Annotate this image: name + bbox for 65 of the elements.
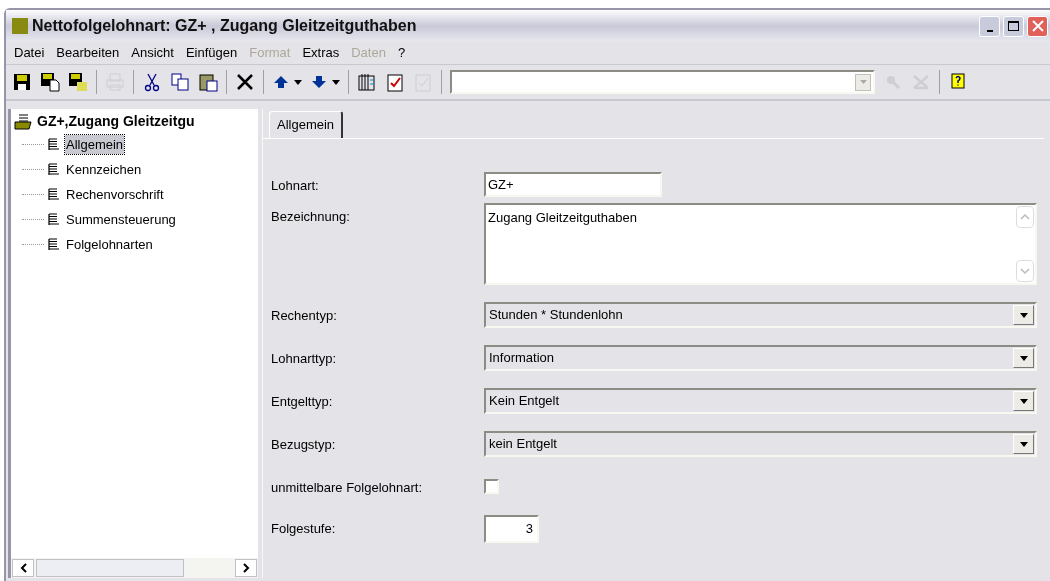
menu-item[interactable]: Extras xyxy=(296,43,346,63)
field-label: Entgelttyp: xyxy=(271,393,334,411)
text-field[interactable]: GZ+ xyxy=(484,172,662,197)
clipboard-check-icon[interactable] xyxy=(385,72,405,92)
horizontal-scrollbar[interactable] xyxy=(11,558,258,578)
tree-item[interactable]: Summensteuerung xyxy=(65,209,177,230)
field-label: Bezeichnung: xyxy=(271,208,351,226)
dropdown[interactable]: kein Entgelt xyxy=(484,431,1037,457)
dropdown[interactable]: Kein Entgelt xyxy=(484,388,1037,414)
dropdown[interactable]: Stunden * Stundenlohn xyxy=(484,302,1037,328)
copy-icon[interactable] xyxy=(170,72,190,92)
down-chevron-icon xyxy=(1020,266,1030,276)
menu-item[interactable]: Ansicht xyxy=(125,43,180,63)
dropdown[interactable]: Information xyxy=(484,345,1037,371)
tree-item[interactable]: Rechenvorschrift xyxy=(65,184,165,205)
close-icon xyxy=(1031,20,1044,32)
field-label: Lohnart: xyxy=(271,177,320,195)
tree-item[interactable]: Folgelohnarten xyxy=(65,234,154,255)
folder-document-icon xyxy=(14,113,32,130)
scissors-icon[interactable] xyxy=(142,72,162,92)
maximize-button[interactable] xyxy=(1003,15,1024,37)
floppy-disk-grid-icon[interactable] xyxy=(68,72,88,92)
caret-icon xyxy=(294,79,302,85)
tree-root[interactable]: GZ+,Zugang Gleitzeitgu xyxy=(37,111,195,132)
scrollbar[interactable] xyxy=(1015,205,1035,283)
tree-item[interactable]: Allgemein xyxy=(65,134,125,155)
text-area[interactable]: Zugang Gleitzeitguthaben xyxy=(484,203,1037,285)
field-label: Lohnarttyp: xyxy=(271,350,338,368)
document-lines-icon xyxy=(48,138,60,151)
menu-item[interactable]: ? xyxy=(391,43,412,63)
caret-icon xyxy=(332,79,340,85)
field-label: Folgestufe: xyxy=(271,519,337,538)
caret-icon xyxy=(1019,398,1028,404)
floppy-disk-page-icon[interactable] xyxy=(40,72,60,92)
document-lines-icon xyxy=(48,163,60,176)
clipboard-paste-icon[interactable] xyxy=(198,72,218,92)
caret-icon xyxy=(1019,355,1028,361)
tree-item[interactable]: Kennzeichen xyxy=(65,159,143,180)
caret-icon xyxy=(1019,312,1028,318)
up-chevron-icon xyxy=(1020,212,1030,222)
down-arrow-icon[interactable] xyxy=(310,73,328,91)
window-title: Nettofolgelohnart: GZ+ , Zugang Gleitzeitguthaben xyxy=(32,16,418,36)
document-lines-icon xyxy=(48,213,60,226)
left-chevron-icon xyxy=(19,563,27,573)
right-chevron-icon xyxy=(242,563,250,573)
menu-item[interactable]: Bearbeiten xyxy=(50,43,126,63)
field-label: unmittelbare Folgelohnart: xyxy=(271,479,424,497)
document-lines-icon xyxy=(48,238,60,251)
field-label: Rechentyp: xyxy=(271,307,338,325)
caret-icon xyxy=(1019,441,1028,447)
field-label: Bezugstyp: xyxy=(271,436,337,454)
up-arrow-icon[interactable] xyxy=(272,73,290,91)
menu-item[interactable]: Einfügen xyxy=(179,43,244,63)
app-logo xyxy=(12,18,28,34)
binder-icon[interactable] xyxy=(357,72,377,92)
tab[interactable]: Allgemein xyxy=(269,111,344,138)
help-icon[interactable] xyxy=(948,72,968,92)
checkbox[interactable] xyxy=(484,479,499,494)
number-field[interactable]: 3 xyxy=(484,514,539,543)
search-combo-box[interactable] xyxy=(450,70,875,94)
document-lines-icon xyxy=(48,188,60,201)
menu-item[interactable]: Datei xyxy=(8,43,51,63)
caret-icon xyxy=(859,80,867,84)
minimize-button[interactable] xyxy=(979,15,1000,37)
x-mark-icon[interactable] xyxy=(235,72,255,92)
